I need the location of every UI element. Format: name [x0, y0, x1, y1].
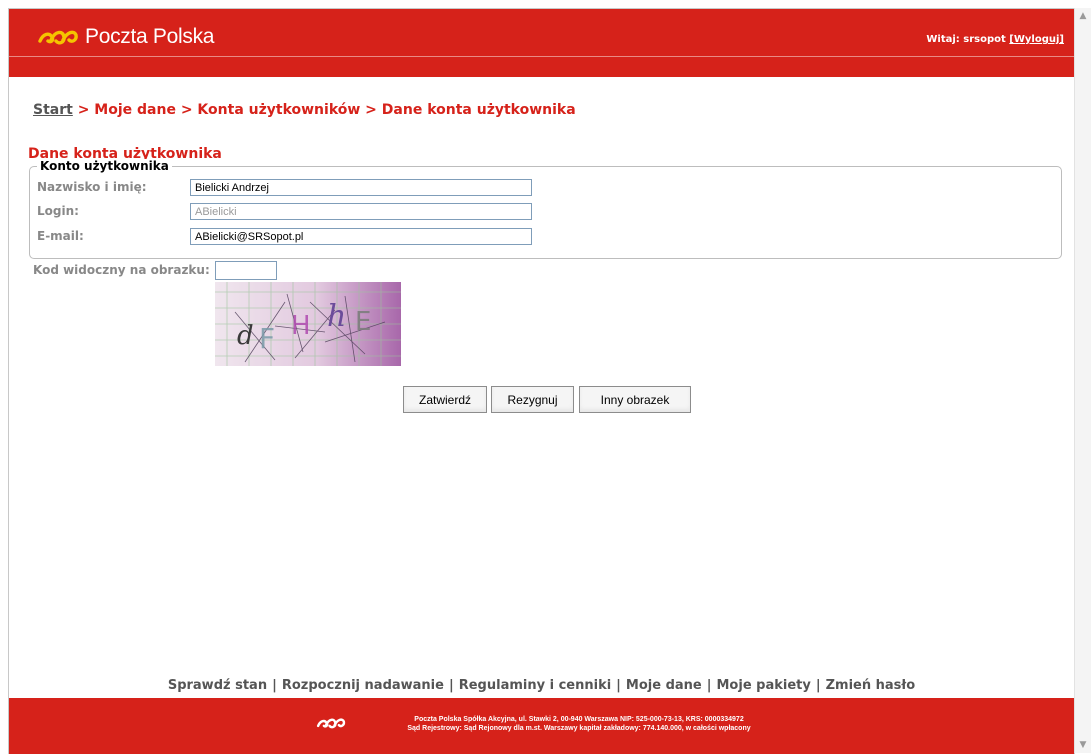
- logout-link[interactable]: [Wyloguj]: [1009, 34, 1064, 45]
- horn-logo-icon: [316, 715, 346, 735]
- footer-link-start-sending[interactable]: Rozpocznij nadawanie: [282, 678, 444, 693]
- captcha-char: d: [237, 321, 254, 351]
- captcha-char: F: [259, 322, 275, 355]
- footer-separator: |: [815, 678, 821, 693]
- footer-separator: |: [616, 678, 621, 693]
- cancel-button[interactable]: Rezygnuj: [491, 386, 574, 413]
- footer-company-info: Poczta Polska Spółka Akcyjna, ul. Stawki…: [354, 715, 804, 733]
- confirm-button[interactable]: Zatwierdź: [403, 386, 487, 413]
- fullname-label: Nazwisko i imię:: [37, 180, 147, 194]
- footer-nav: Sprawdź stan | Rozpocznij nadawanie | Regula…: [9, 678, 1074, 693]
- chevron-down-icon[interactable]: ▼: [1075, 737, 1091, 753]
- footer-separator: |: [448, 678, 454, 693]
- login-input: [190, 203, 532, 220]
- logo-text: Poczta Polska: [85, 25, 215, 48]
- chevron-up-icon[interactable]: ▲: [1075, 8, 1091, 24]
- captcha-image: d F H h E: [215, 282, 401, 366]
- captcha-input[interactable]: [215, 261, 277, 280]
- page-footer: Poczta Polska Spółka Akcyjna, ul. Stawki…: [9, 698, 1074, 754]
- footer-link-terms[interactable]: Regulaminy i cenniki: [459, 678, 611, 693]
- horn-logo-icon: [37, 26, 79, 48]
- footer-link-check-status[interactable]: Sprawdź stan: [168, 678, 267, 693]
- welcome-area: Witaj: srsopot [Wyloguj]: [926, 34, 1064, 45]
- browser-viewport: Poczta Polska Witaj: srsopot [Wyloguj] S…: [8, 8, 1075, 754]
- footer-separator: |: [272, 678, 277, 693]
- footer-link-my-data[interactable]: Moje dane: [626, 678, 702, 693]
- email-input[interactable]: [190, 228, 532, 245]
- page-header: Poczta Polska Witaj: srsopot [Wyloguj]: [9, 9, 1074, 77]
- email-label: E-mail:: [37, 229, 84, 243]
- captcha-label: Kod widoczny na obrazku:: [33, 263, 210, 277]
- captcha-char: h: [327, 299, 346, 334]
- captcha-char: H: [291, 311, 311, 341]
- footer-link-change-password[interactable]: Zmień hasło: [826, 678, 916, 693]
- footer-line-2: Sąd Rejestrowy: Sąd Rejonowy dla m.st. W…: [407, 725, 751, 732]
- login-label: Login:: [37, 204, 79, 218]
- footer-line-1: Poczta Polska Spółka Akcyjna, ul. Stawki…: [414, 716, 744, 723]
- welcome-text: Witaj: srsopot: [926, 34, 1006, 45]
- breadcrumb: Start > Moje dane > Konta użytkowników >…: [33, 102, 576, 118]
- vertical-scrollbar[interactable]: ▲ ▼: [1074, 8, 1091, 753]
- breadcrumb-trail: > Moje dane > Konta użytkowników > Dane …: [72, 102, 576, 118]
- account-fieldset-legend: Konto użytkownika: [37, 159, 172, 173]
- captcha-char: E: [355, 307, 371, 337]
- footer-link-my-packages[interactable]: Moje pakiety: [717, 678, 811, 693]
- breadcrumb-start-link[interactable]: Start: [33, 102, 73, 118]
- brand-logo[interactable]: Poczta Polska: [37, 25, 214, 49]
- header-divider: [9, 56, 1074, 57]
- other-image-button[interactable]: Inny obrazek: [579, 386, 691, 413]
- footer-separator: |: [706, 678, 712, 693]
- account-fieldset: [29, 166, 1062, 259]
- fullname-input[interactable]: [190, 179, 532, 196]
